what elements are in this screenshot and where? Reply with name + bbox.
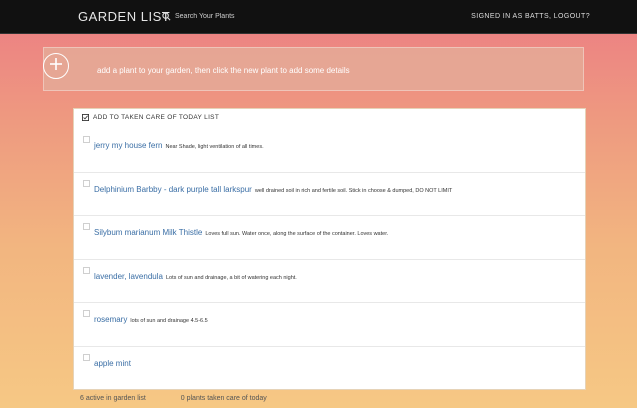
plant-name-link[interactable]: apple mint <box>94 359 131 368</box>
plant-checkbox[interactable] <box>83 223 90 230</box>
list-header: ADD TO TAKEN CARE OF TODAY LIST <box>82 114 219 121</box>
plant-checkbox[interactable] <box>83 179 90 187</box>
plus-icon <box>49 57 63 76</box>
watered-count: 0 plants taken care of today <box>180 395 267 402</box>
search-icon <box>162 12 171 21</box>
top-navbar: GARDEN LIST SIGNED IN AS BATTS, LOGOUT? <box>0 0 637 34</box>
plant-checkbox[interactable] <box>83 310 90 317</box>
plant-name-link[interactable]: Silybum marianum Milk Thistle <box>94 228 202 237</box>
checkbox-icon <box>82 114 89 121</box>
active-count: 6 active in garden list <box>80 395 146 402</box>
add-plant-button[interactable] <box>43 53 69 79</box>
plant-checkbox[interactable] <box>83 136 90 143</box>
plant-name-link[interactable]: Delphinium Barbby - dark purple tall lar… <box>94 185 252 194</box>
list-header-label: ADD TO TAKEN CARE OF TODAY LIST <box>93 114 220 121</box>
logout-link[interactable]: LOGOUT? <box>554 13 590 20</box>
plant-checkbox[interactable] <box>83 353 90 361</box>
plant-note: lots of sun and drainage 4.5-6.5 <box>130 318 208 324</box>
plant-checkbox[interactable] <box>83 266 90 274</box>
plant-list-panel: ADD TO TAKEN CARE OF TODAY LIST jerry my… <box>73 108 586 390</box>
list-item: rosemary lots of sun and drainage 4.5-6.5 <box>74 303 585 347</box>
search-input[interactable] <box>175 13 265 20</box>
plant-note: Lots of sun and drainage, a bit of water… <box>165 274 297 281</box>
list-item: Silybum marianum Milk Thistle Loves full … <box>74 216 585 260</box>
plant-rows: jerry my house fern Near Shade, light ven… <box>74 129 585 390</box>
list-item: jerry my house fern Near Shade, light ven… <box>74 129 585 173</box>
plant-name-link[interactable]: lavender, lavendula <box>94 272 163 281</box>
list-item: Delphinium Barbby - dark purple tall lar… <box>74 173 585 216</box>
list-footer: 6 active in garden list 0 plants taken c… <box>80 395 267 402</box>
add-plant-panel: add a plant to your garden, then click t… <box>43 47 584 91</box>
plant-name-link[interactable]: jerry my house fern <box>94 141 162 150</box>
list-item: lavender, lavendula Lots of sun and drain… <box>74 260 585 303</box>
list-item: apple mint <box>74 347 585 391</box>
search-box[interactable] <box>162 12 265 21</box>
brand-title[interactable]: GARDEN LIST <box>78 9 170 24</box>
signed-in-label: SIGNED IN AS BATTS <box>471 13 550 20</box>
add-plant-hint: add a plant to your garden, then click t… <box>97 66 350 75</box>
plant-name-link[interactable]: rosemary <box>94 315 127 324</box>
plant-note: Loves full sun. Water once, along the su… <box>205 231 389 237</box>
plant-note: well drained soil in rich and fertile so… <box>254 187 453 194</box>
user-status: SIGNED IN AS BATTS, LOGOUT? <box>471 13 590 20</box>
plant-note: Near Shade, light ventilation of all tim… <box>165 144 264 150</box>
